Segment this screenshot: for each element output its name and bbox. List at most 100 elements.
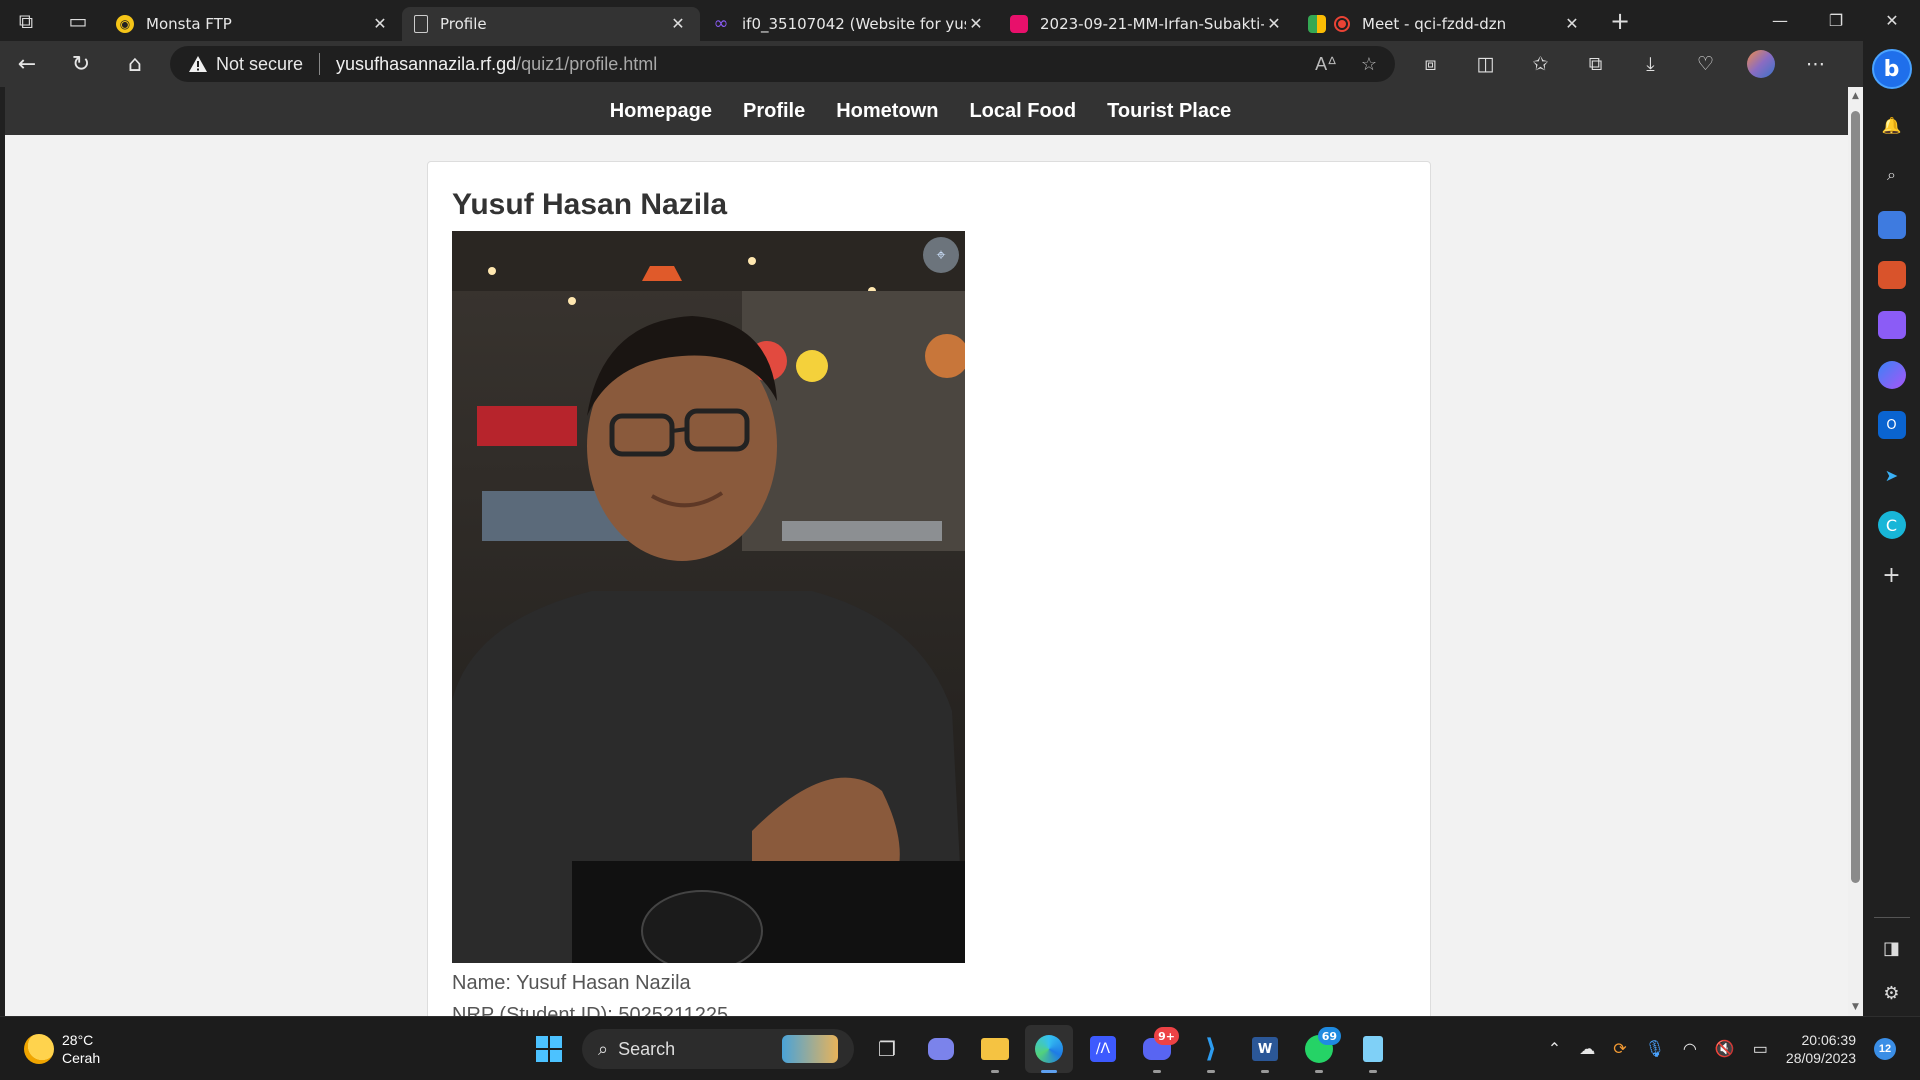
- onedrive-icon[interactable]: ☁: [1579, 1039, 1595, 1059]
- mathpix-icon[interactable]: /Λ: [1079, 1025, 1127, 1073]
- refresh-button[interactable]: ↻: [54, 41, 108, 87]
- microsoft365-icon[interactable]: [1877, 361, 1906, 389]
- visual-search-icon[interactable]: ⌖: [923, 237, 959, 273]
- address-bar[interactable]: Not secure yusufhasannazila.rf.gd /quiz1…: [170, 46, 1395, 82]
- teams-chat-icon[interactable]: [917, 1025, 965, 1073]
- task-view-icon[interactable]: ❐: [863, 1025, 911, 1073]
- search-label: Search: [618, 1038, 676, 1059]
- page-title: Yusuf Hasan Nazila: [452, 188, 728, 221]
- outlook-icon[interactable]: O: [1877, 411, 1906, 439]
- close-icon[interactable]: ✕: [966, 14, 986, 33]
- page-scrollbar[interactable]: ▲ ▼: [1848, 87, 1863, 1016]
- performance-icon[interactable]: ♡: [1678, 41, 1733, 87]
- chevron-up-icon[interactable]: ⌃: [1548, 1039, 1561, 1059]
- split-screen-icon[interactable]: ◫: [1458, 41, 1513, 87]
- new-tab-button[interactable]: +: [1600, 7, 1640, 35]
- security-label[interactable]: Not secure: [216, 54, 303, 75]
- restore-button[interactable]: ❐: [1808, 0, 1864, 41]
- start-button[interactable]: [525, 1025, 573, 1073]
- nav-local-food[interactable]: Local Food: [969, 100, 1076, 123]
- profile-photo: ⌖: [452, 231, 965, 963]
- title-bar: ⧉ ▭ ◉ Monsta FTP ✕ Profile ✕ ∞ if0_35107…: [0, 0, 1920, 41]
- battery-icon[interactable]: ▭: [1753, 1039, 1768, 1059]
- tab-label: Monsta FTP: [146, 14, 232, 33]
- clock[interactable]: 20:06:39 28/09/2023: [1786, 1031, 1856, 1067]
- search-highlight-icon: [782, 1035, 838, 1063]
- settings-gear-icon[interactable]: ⚙: [1883, 983, 1899, 1004]
- word-icon[interactable]: W: [1241, 1025, 1289, 1073]
- windows-icon: [536, 1036, 562, 1062]
- search-icon: ⌕: [598, 1038, 609, 1059]
- edge-icon[interactable]: [1025, 1025, 1073, 1073]
- extensions-icon[interactable]: ⧈: [1403, 41, 1458, 87]
- downloads-icon[interactable]: ⤓: [1623, 41, 1678, 87]
- tab-monsta-ftp[interactable]: ◉ Monsta FTP ✕: [104, 7, 402, 41]
- add-icon[interactable]: +: [1878, 561, 1906, 589]
- whatsapp-badge: 69: [1317, 1027, 1341, 1045]
- minimize-button[interactable]: —: [1752, 0, 1808, 41]
- volume-muted-icon[interactable]: 🔇: [1715, 1039, 1735, 1059]
- sync-icon[interactable]: ⟳: [1613, 1039, 1626, 1059]
- collections-icon[interactable]: ⧉: [1568, 41, 1623, 87]
- tab-profile[interactable]: Profile ✕: [402, 6, 700, 41]
- tag-icon[interactable]: [1877, 211, 1906, 239]
- profile-avatar[interactable]: [1733, 41, 1788, 87]
- favorite-star-icon[interactable]: ☆: [1361, 54, 1377, 75]
- infinity-icon: ∞: [713, 13, 729, 34]
- close-icon[interactable]: ✕: [668, 14, 688, 33]
- close-window-button[interactable]: ✕: [1864, 0, 1920, 41]
- vscode-icon[interactable]: ⟩: [1187, 1025, 1235, 1073]
- taskbar-search[interactable]: ⌕ Search: [582, 1029, 854, 1069]
- weather-temp: 28°C: [62, 1032, 94, 1048]
- games-icon[interactable]: [1877, 311, 1906, 339]
- meet-icon: [1308, 14, 1326, 33]
- copilot-icon[interactable]: b: [1871, 49, 1912, 89]
- scroll-down-icon[interactable]: ▼: [1850, 1002, 1861, 1012]
- close-icon[interactable]: ✕: [370, 14, 390, 33]
- tab-meet[interactable]: Meet - qci-fzdd-dzn ✕: [1296, 7, 1594, 41]
- search-icon[interactable]: ⌕: [1878, 161, 1906, 189]
- sidebar-toggle-icon[interactable]: ◨: [1883, 938, 1900, 959]
- tab-label: if0_35107042 (Website for yusufh: [742, 14, 966, 33]
- url-host: yusufhasannazila.rf.gd: [336, 53, 517, 74]
- close-icon[interactable]: ✕: [1562, 14, 1582, 33]
- nav-hometown[interactable]: Hometown: [836, 100, 938, 123]
- url-path: /quiz1/profile.html: [516, 53, 658, 74]
- microphone-icon[interactable]: 🎙: [1645, 1039, 1665, 1059]
- page-viewport: Homepage Profile Hometown Local Food Tou…: [5, 87, 1848, 1016]
- close-icon[interactable]: ✕: [1264, 14, 1284, 33]
- scrollbar-thumb[interactable]: [1851, 111, 1860, 883]
- profile-name-line: Name: Yusuf Hasan Nazila: [452, 972, 691, 994]
- wifi-icon[interactable]: ◠: [1683, 1039, 1697, 1059]
- discord-icon[interactable]: 9+: [1133, 1025, 1181, 1073]
- nav-tourist-place[interactable]: Tourist Place: [1107, 100, 1231, 123]
- send-icon[interactable]: ➤: [1878, 461, 1906, 489]
- taskbar: 28°C Cerah ⌕ Search ❐ /Λ 9+ ⟩ W 69 ⌃ ☁ ⟳…: [0, 1016, 1920, 1080]
- workspaces-icon[interactable]: ⧉: [0, 0, 52, 41]
- weather-moon-icon: [24, 1034, 54, 1064]
- favorites-icon[interactable]: ✩: [1513, 41, 1568, 87]
- more-menu-icon[interactable]: ⋯: [1788, 41, 1843, 87]
- profile-card: Yusuf Hasan Nazila ⌖ Name: Yusuf Hasan N…: [427, 161, 1431, 1016]
- warning-icon: [189, 56, 207, 72]
- canva-icon[interactable]: C: [1877, 511, 1906, 539]
- toolbox-icon[interactable]: [1877, 261, 1906, 289]
- notification-count[interactable]: 12: [1874, 1038, 1896, 1060]
- nav-profile[interactable]: Profile: [743, 100, 805, 123]
- read-aloud-icon[interactable]: Aᐞ: [1315, 54, 1337, 75]
- slides-icon: [1010, 14, 1028, 33]
- scroll-up-icon[interactable]: ▲: [1850, 91, 1861, 101]
- home-button[interactable]: ⌂: [108, 41, 162, 87]
- tab-slides[interactable]: 2023-09-21-MM-Irfan-Subakti-EE ✕: [998, 7, 1296, 41]
- nav-homepage[interactable]: Homepage: [610, 100, 712, 123]
- tab-infinityfree[interactable]: ∞ if0_35107042 (Website for yusufh ✕: [700, 7, 998, 41]
- edge-sidebar: b 🔔 ⌕ O ➤ C + ◨ ⚙: [1863, 41, 1920, 1016]
- whatsapp-icon[interactable]: 69: [1295, 1025, 1343, 1073]
- back-button[interactable]: ←: [0, 41, 54, 87]
- bell-icon[interactable]: 🔔: [1878, 111, 1906, 139]
- file-explorer-icon[interactable]: [971, 1025, 1019, 1073]
- tab-actions-icon[interactable]: ▭: [52, 0, 104, 41]
- weather-widget[interactable]: 28°C Cerah: [24, 1031, 100, 1067]
- recording-icon: [1334, 15, 1350, 32]
- notepad-icon[interactable]: [1349, 1025, 1397, 1073]
